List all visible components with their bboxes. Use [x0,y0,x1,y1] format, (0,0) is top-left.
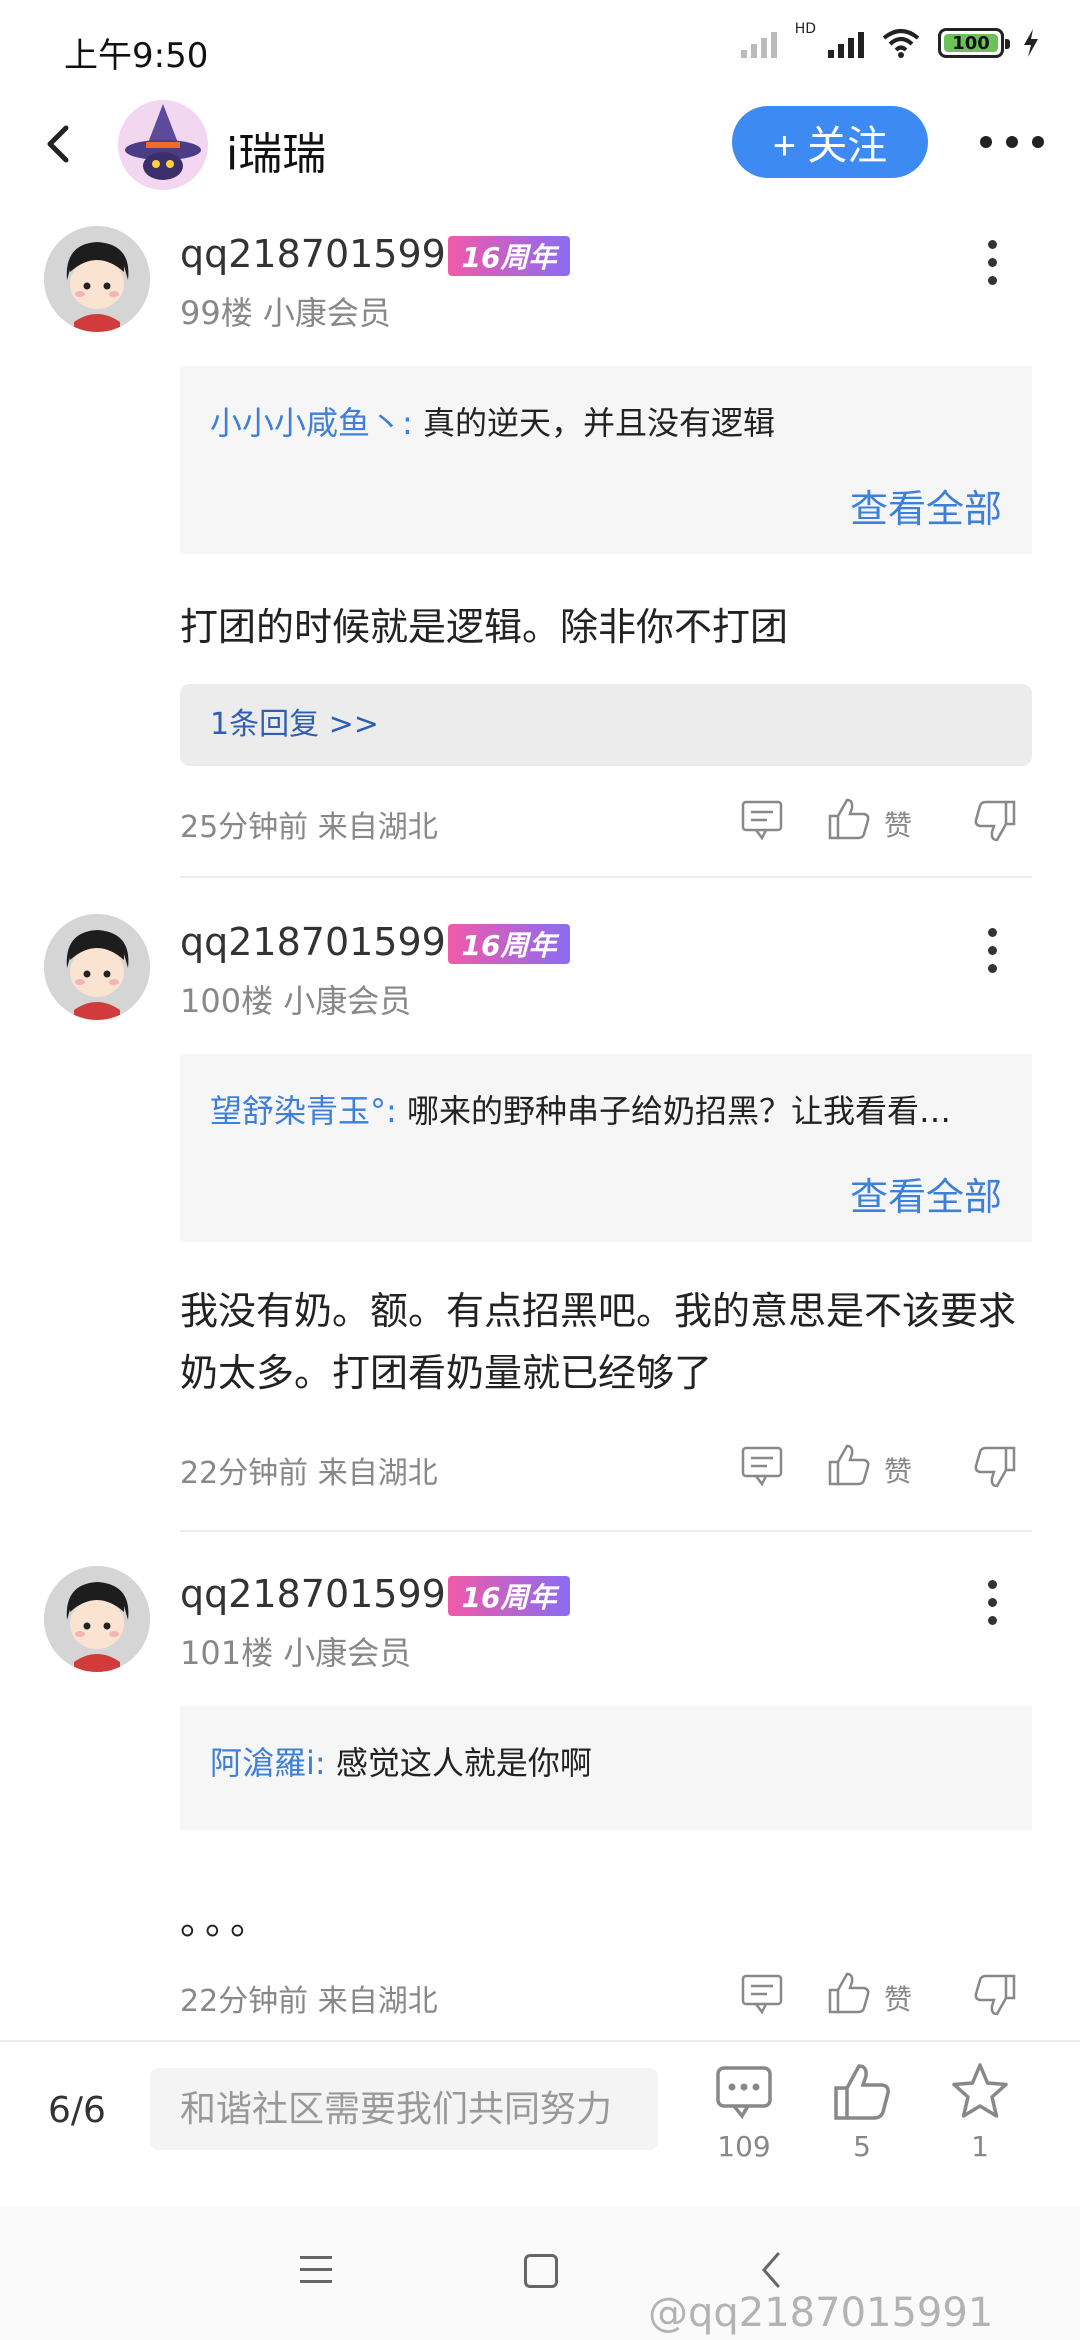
system-nav-bar: @qq2187015991 [0,2206,1080,2340]
bottom-action-bar: 6/6 109 5 1 [0,2040,1080,2206]
star-icon [952,2063,1008,2118]
wifi-icon [882,29,920,58]
battery-icon: 100 [938,28,1010,58]
quoted-comment[interactable]: 阿滄羅i: 感觉这人就是你啊 [180,1706,1032,1830]
quote-author[interactable]: 阿滄羅i: [210,1744,326,1782]
user-avatar-icon [44,226,150,332]
like-label[interactable]: 赞 [884,1978,912,2018]
comment-icon[interactable] [740,798,784,842]
favorite-button[interactable]: 1 [940,2060,1020,2163]
comments-button[interactable]: 109 [704,2060,784,2163]
username[interactable]: qq2187015991 [180,1572,470,1616]
post-content: 打团的时候就是逻辑。除非你不打团 [180,605,789,649]
replies-link[interactable]: 1条回复 >> [180,684,1032,766]
header-username[interactable]: i瑞瑞 [226,118,326,182]
network-label: HD [794,21,816,37]
dislike-icon[interactable] [972,1444,1018,1490]
signal-icon [740,28,777,58]
recent-apps-icon[interactable] [300,2256,332,2292]
quote-text: 哪来的野种串子给奶招黑？让我看看… [406,1092,951,1130]
post-more-icon[interactable] [988,240,997,285]
floor-meta: 99楼 小康会员 [180,294,391,332]
like-icon[interactable] [826,1970,872,2016]
page-indicator[interactable]: 6/6 [48,2090,106,2131]
quote-line: 望舒染青玉°: 哪来的野种串子给奶招黑？让我看看… [210,1086,951,1132]
anniversary-badge: 16周年 [448,236,570,276]
more-options-icon[interactable] [980,136,1044,148]
status-icons: HD 100 [740,21,1040,58]
view-all-link[interactable]: 查看全部 [850,478,1002,533]
post-footer: 25分钟前 来自湖北 赞 [0,792,1080,852]
floor-meta: 101楼 小康会员 [180,1634,412,1672]
quoted-comment[interactable]: 小小小咸鱼丶: 真的逆天，并且没有逻辑 查看全部 [180,366,1032,554]
username[interactable]: qq2187015991 [180,232,470,276]
timestamp: 22分钟前 来自湖北 [180,1456,438,1491]
quote-text: 真的逆天，并且没有逻辑 [422,404,775,442]
avatar[interactable] [44,1566,150,1672]
like-count: 5 [853,2130,871,2163]
post-more-icon[interactable] [988,1580,997,1625]
user-avatar-icon [44,914,150,1020]
dislike-icon[interactable] [972,798,1018,844]
divider [180,1530,1032,1532]
floor-meta: 100楼 小康会员 [180,982,412,1020]
like-icon[interactable] [826,1442,872,1488]
header-avatar[interactable] [118,100,208,190]
comment-icon[interactable] [740,1444,784,1488]
header: i瑞瑞 + 关注 [0,96,1080,192]
timestamp: 25分钟前 来自湖北 [180,810,438,845]
status-bar: 上午9:50 HD 100 [0,0,1080,96]
battery-level: 100 [952,32,990,54]
watermark: @qq2187015991 [648,2290,994,2336]
timestamp: 22分钟前 来自湖北 [180,1984,438,2019]
like-label[interactable]: 赞 [884,1450,912,1490]
quote-line: 阿滄羅i: 感觉这人就是你啊 [210,1738,592,1784]
back-icon[interactable] [36,120,84,168]
follow-button[interactable]: + 关注 [732,106,928,178]
view-all-link[interactable]: 查看全部 [850,1166,1002,1221]
avatar[interactable] [44,914,150,1020]
post-content: 我没有奶。额。有点招黑吧。我的意思是不该要求奶太多。打团看奶量就已经够了 [180,1289,1017,1395]
anniversary-badge: 16周年 [448,924,570,964]
favorite-count: 1 [971,2130,989,2163]
comment-icon[interactable] [740,1972,784,2016]
avatar[interactable] [44,226,150,332]
quote-author[interactable]: 望舒染青玉°: [210,1092,397,1130]
comment-count: 109 [717,2130,771,2163]
signal-icon [828,28,864,58]
quote-author[interactable]: 小小小咸鱼丶: [210,404,413,442]
dislike-icon[interactable] [972,1972,1018,2018]
like-icon[interactable] [826,796,872,842]
like-button[interactable]: 5 [822,2060,902,2163]
thumbs-up-icon [834,2064,890,2120]
quote-line: 小小小咸鱼丶: 真的逆天，并且没有逻辑 [210,398,775,444]
status-time: 上午9:50 [64,36,209,76]
wizard-avatar-icon [125,104,201,180]
post-content: 。。。 [180,1899,275,1943]
post-footer: 22分钟前 来自湖北 赞 [0,1966,1080,2026]
user-avatar-icon [44,1566,150,1672]
quoted-comment[interactable]: 望舒染青玉°: 哪来的野种串子给奶招黑？让我看看… 查看全部 [180,1054,1032,1242]
post-footer: 22分钟前 来自湖北 赞 [0,1438,1080,1498]
charging-icon [1024,29,1038,57]
post-101: qq2187015991 16周年 101楼 小康会员 阿滄羅i: 感觉这人就是… [0,1566,1080,2036]
username[interactable]: qq2187015991 [180,920,470,964]
home-icon[interactable] [524,2254,558,2288]
quote-text: 感觉这人就是你啊 [335,1744,592,1782]
post-99: qq2187015991 16周年 99楼 小康会员 小小小咸鱼丶: 真的逆天，… [0,226,1080,866]
anniversary-badge: 16周年 [448,1576,570,1616]
nav-back-icon[interactable] [756,2250,786,2290]
comment-input[interactable] [150,2068,658,2150]
post-more-icon[interactable] [988,928,997,973]
post-100: qq2187015991 16周年 100楼 小康会员 望舒染青玉°: 哪来的野… [0,914,1080,1514]
comment-bubble-icon [716,2066,772,2120]
like-label[interactable]: 赞 [884,804,912,844]
divider [180,876,1032,878]
